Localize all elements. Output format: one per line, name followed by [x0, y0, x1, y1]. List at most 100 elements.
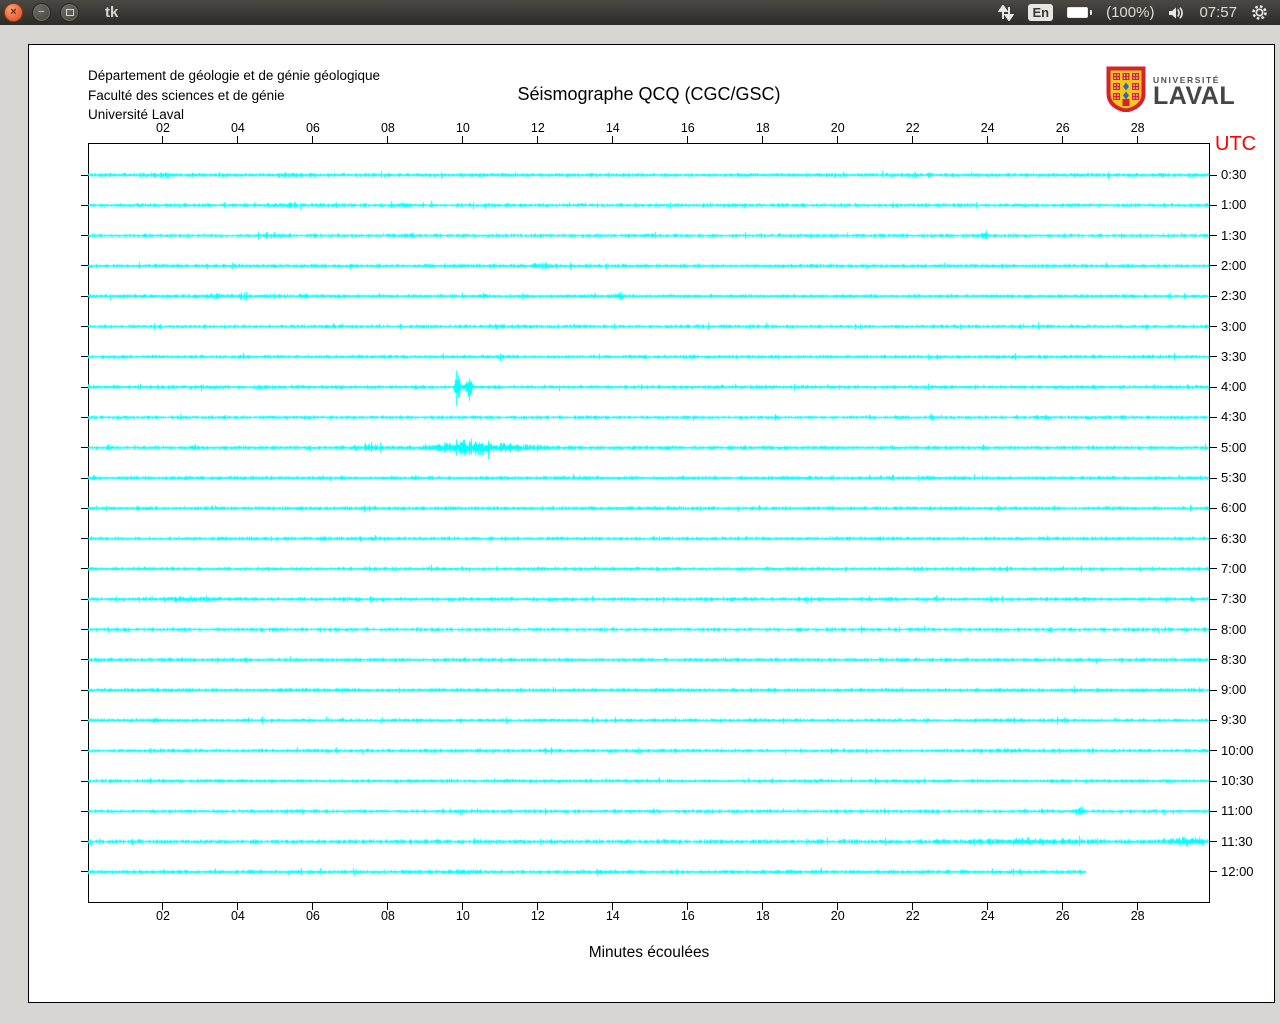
laval-logo-text: UNIVERSITÉ LAVAL: [1153, 75, 1235, 109]
x-tick-top: [537, 136, 538, 143]
trace-tick-left: [81, 750, 88, 751]
window-title: tk: [105, 4, 118, 21]
trace-tick-left: [81, 871, 88, 872]
x-axis-label: Minutes écoulées: [88, 944, 1210, 962]
institution-line-1: Département de géologie et de génie géol…: [88, 66, 380, 86]
x-tick-label-top: 10: [448, 121, 478, 135]
trace-tick-right: [1210, 599, 1217, 600]
utc-label: 1:00: [1221, 197, 1246, 212]
x-tick-top: [1062, 136, 1063, 143]
trace-tick-right: [1210, 720, 1217, 721]
x-tick-label-bottom: 14: [598, 909, 628, 923]
volume-icon[interactable]: [1168, 5, 1185, 21]
utc-label: 2:00: [1221, 258, 1246, 273]
x-tick-label-bottom: 10: [448, 909, 478, 923]
x-tick-label-top: 14: [598, 121, 628, 135]
x-tick-label-bottom: 12: [523, 909, 553, 923]
utc-label: 11:00: [1221, 803, 1253, 818]
x-tick-label-top: 28: [1123, 121, 1153, 135]
session-gear-icon[interactable]: [1251, 4, 1268, 21]
x-tick-label-top: 18: [748, 121, 778, 135]
keyboard-layout-indicator[interactable]: En: [1028, 4, 1053, 21]
x-tick-label-bottom: 04: [223, 909, 253, 923]
system-panel: × − tk En (100%): [0, 0, 1280, 25]
updown-arrows-icon[interactable]: [998, 5, 1014, 21]
x-tick-label-bottom: 16: [673, 909, 703, 923]
clock[interactable]: 07:57: [1199, 4, 1237, 21]
trace-tick-left: [81, 508, 88, 509]
utc-label: 9:00: [1221, 682, 1246, 697]
trace-tick-left: [81, 447, 88, 448]
trace-tick-right: [1210, 568, 1217, 569]
x-tick-top: [162, 136, 163, 143]
trace-tick-right: [1210, 326, 1217, 327]
system-tray: En (100%) 07:57: [998, 4, 1280, 21]
utc-label: 3:30: [1221, 349, 1246, 364]
x-tick-label-top: 08: [373, 121, 403, 135]
trace-tick-right: [1210, 629, 1217, 630]
utc-axis-title: UTC: [1215, 133, 1256, 156]
utc-label: 2:30: [1221, 288, 1246, 303]
page-title: Séismographe QCQ (CGC/GSC): [88, 84, 1210, 105]
trace-tick-right: [1210, 841, 1217, 842]
trace-tick-left: [81, 811, 88, 812]
x-tick-top: [237, 136, 238, 143]
utc-label: 10:30: [1221, 773, 1254, 788]
trace-tick-left: [81, 417, 88, 418]
close-button[interactable]: ×: [4, 3, 23, 22]
battery-icon[interactable]: [1067, 7, 1092, 18]
trace-tick-left: [81, 538, 88, 539]
trace-tick-left: [81, 690, 88, 691]
x-tick-top: [912, 136, 913, 143]
maximize-button[interactable]: [60, 3, 79, 22]
battery-percent: (100%): [1106, 4, 1154, 21]
x-tick-label-bottom: 06: [298, 909, 328, 923]
x-tick-label-top: 04: [223, 121, 253, 135]
trace-tick-right: [1210, 781, 1217, 782]
x-tick-label-top: 06: [298, 121, 328, 135]
trace-tick-left: [81, 356, 88, 357]
trace-tick-left: [81, 235, 88, 236]
trace-tick-right: [1210, 447, 1217, 448]
trace-tick-right: [1210, 175, 1217, 176]
maximize-icon: [66, 9, 74, 16]
minimize-button[interactable]: −: [32, 3, 51, 22]
trace-tick-left: [81, 841, 88, 842]
x-tick-label-bottom: 02: [148, 909, 178, 923]
trace-tick-left: [81, 720, 88, 721]
x-tick-top: [312, 136, 313, 143]
x-tick-label-bottom: 18: [748, 909, 778, 923]
trace-tick-right: [1210, 750, 1217, 751]
laval-logo: UNIVERSITÉ LAVAL: [1106, 66, 1235, 117]
utc-label: 5:30: [1221, 470, 1246, 485]
utc-label: 4:00: [1221, 379, 1246, 394]
trace-tick-right: [1210, 478, 1217, 479]
trace-tick-left: [81, 296, 88, 297]
trace-tick-left: [81, 599, 88, 600]
trace-tick-left: [81, 629, 88, 630]
trace-tick-right: [1210, 417, 1217, 418]
utc-label: 11:30: [1221, 834, 1253, 849]
trace-tick-left: [81, 659, 88, 660]
trace-tick-left: [81, 781, 88, 782]
x-tick-label-top: 24: [973, 121, 1003, 135]
trace-tick-right: [1210, 538, 1217, 539]
x-tick-top: [987, 136, 988, 143]
trace-tick-left: [81, 387, 88, 388]
x-tick-label-bottom: 22: [898, 909, 928, 923]
trace-tick-right: [1210, 205, 1217, 206]
trace-tick-right: [1210, 811, 1217, 812]
trace-tick-right: [1210, 235, 1217, 236]
laval-logo-bottom: LAVAL: [1153, 85, 1235, 109]
seismograph-canvas: [88, 143, 1210, 903]
x-tick-label-top: 22: [898, 121, 928, 135]
trace-tick-left: [81, 265, 88, 266]
utc-label: 8:30: [1221, 652, 1246, 667]
x-tick-top: [612, 136, 613, 143]
trace-tick-right: [1210, 387, 1217, 388]
x-tick-label-top: 02: [148, 121, 178, 135]
trace-tick-right: [1210, 265, 1217, 266]
trace-tick-left: [81, 205, 88, 206]
x-tick-top: [687, 136, 688, 143]
trace-tick-right: [1210, 508, 1217, 509]
